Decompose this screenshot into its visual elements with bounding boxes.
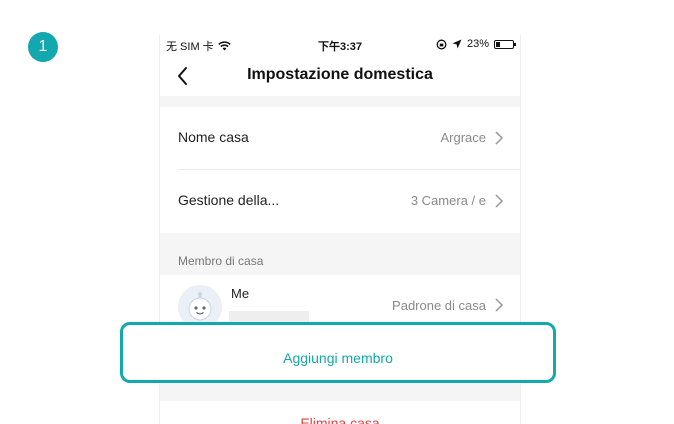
battery-level-fill (496, 41, 500, 47)
add-member-button[interactable]: Aggiungi membro (120, 322, 556, 383)
page-title: Impostazione domestica (247, 66, 433, 83)
location-arrow-icon (452, 39, 462, 49)
chevron-right-icon (495, 194, 504, 208)
member-role: Padrone di casa (392, 298, 486, 313)
delete-home-card: Elimina casa (160, 401, 520, 424)
home-settings-card: Nome casa Argrace Gestione della... 3 Ca… (160, 107, 520, 233)
home-name-row[interactable]: Nome casa Argrace (160, 107, 520, 169)
status-right: 23% (436, 38, 516, 50)
delete-home-button[interactable]: Elimina casa (160, 415, 520, 424)
members-section-title: Membro di casa (178, 254, 264, 268)
chevron-right-icon (495, 131, 504, 145)
home-name-value: Argrace (440, 130, 486, 145)
battery-icon (494, 39, 516, 49)
home-name-label: Nome casa (178, 129, 249, 145)
room-count-value: 3 Camera / e (410, 193, 486, 208)
chevron-right-icon (495, 298, 504, 312)
room-management-row[interactable]: Gestione della... 3 Camera / e (160, 170, 520, 232)
room-management-label: Gestione della... (178, 192, 280, 208)
member-name: Me (231, 286, 250, 301)
status-bar: 无 SIM 卡 下午3:37 23% (160, 34, 520, 56)
navigation-bar: Impostazione domestica (160, 56, 520, 96)
screenshot-canvas: 1 无 SIM 卡 下午3:37 23% Impostazione domest… (0, 0, 674, 424)
battery-percent: 23% (466, 38, 489, 50)
step-number-badge: 1 (28, 32, 58, 62)
rotation-lock-icon (436, 39, 447, 49)
add-member-label: Aggiungi membro (283, 350, 393, 366)
